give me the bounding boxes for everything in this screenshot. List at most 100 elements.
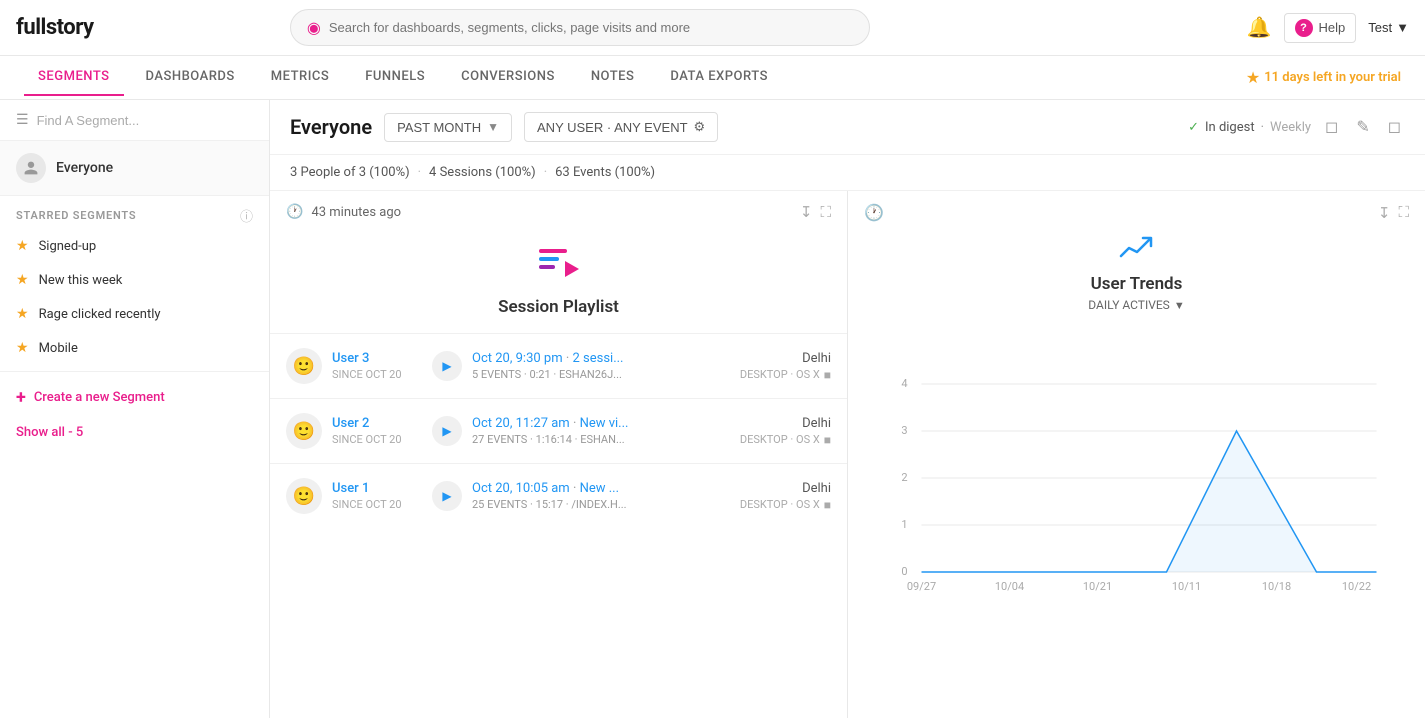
expand-session-button[interactable]: ⛶: [820, 204, 831, 221]
create-segment-label: Create a new Segment: [34, 390, 165, 405]
monitor-icon: ■: [824, 498, 831, 512]
info-icon[interactable]: ⓘ: [240, 206, 253, 225]
session-panel-header: 🕐 43 minutes ago ↧ ⛶: [270, 191, 847, 233]
user-info: User 2 SINCE OCT 20: [332, 416, 422, 446]
sidebar-divider: [0, 371, 269, 372]
starred-header: STARRED SEGMENTS ⓘ: [0, 196, 269, 229]
search-icon: ◉: [307, 18, 321, 37]
everyone-segment-item[interactable]: Everyone: [0, 141, 269, 196]
segment-search-input[interactable]: [37, 113, 253, 128]
clock-icon: 🕐: [286, 204, 303, 220]
show-all-link[interactable]: Show all - 5: [0, 417, 269, 448]
svg-text:3: 3: [901, 424, 907, 437]
session-time[interactable]: Oct 20, 9:30 pm · 2 sessi...: [472, 351, 730, 366]
star-filled-icon: ★: [16, 272, 29, 288]
nav-data-exports[interactable]: DATA EXPORTS: [656, 59, 782, 96]
svg-text:2: 2: [901, 471, 907, 484]
nav-segments[interactable]: SEGMENTS: [24, 59, 124, 96]
sidebar: ☰ Everyone STARRED SEGMENTS ⓘ ★ Signed-u…: [0, 100, 270, 718]
notifications-button[interactable]: 🔔: [1247, 15, 1272, 40]
monitor-icon: ■: [824, 368, 831, 382]
session-time[interactable]: Oct 20, 10:05 am · New ...: [472, 481, 730, 496]
user-menu-chevron: ▼: [1396, 20, 1409, 35]
delete-button[interactable]: ◻: [1384, 113, 1405, 141]
sidebar-item-signed-up[interactable]: ★ Signed-up: [0, 229, 269, 263]
people-stat: 3 People of 3 (100%): [290, 165, 410, 180]
user-name[interactable]: User 1: [332, 481, 422, 496]
play-button[interactable]: ▶: [432, 481, 462, 511]
create-segment-button[interactable]: + Create a new Segment: [0, 378, 269, 417]
user-name[interactable]: User 2: [332, 416, 422, 431]
play-button[interactable]: ▶: [432, 351, 462, 381]
segment-label: Signed-up: [39, 239, 97, 254]
logo: fullstory: [16, 15, 94, 40]
svg-text:09/27: 09/27: [907, 580, 936, 593]
nav-funnels[interactable]: FUNNELS: [351, 59, 439, 96]
date-filter-button[interactable]: PAST MONTH ▼: [384, 113, 512, 142]
download-trend-button[interactable]: ↧: [1378, 204, 1391, 222]
user-name[interactable]: User 3: [332, 351, 422, 366]
user-menu-button[interactable]: Test ▼: [1368, 20, 1409, 35]
events-stat: 63 Events (100%): [555, 165, 655, 180]
nav-notes[interactable]: NOTES: [577, 59, 649, 96]
session-details: Oct 20, 11:27 am · New vi... 27 EVENTS ·…: [472, 416, 730, 446]
trend-subtitle-label: DAILY ACTIVES: [1088, 298, 1170, 312]
starred-title: STARRED SEGMENTS: [16, 209, 136, 222]
trial-star-icon: ★: [1246, 68, 1260, 87]
session-panel-header-right: ↧ ⛶: [800, 203, 831, 221]
edit-button[interactable]: ✎: [1352, 113, 1373, 141]
segment-label: New this week: [39, 273, 123, 288]
nav-conversions[interactable]: CONVERSIONS: [447, 59, 569, 96]
trend-panel-header: 🕐 ↧ ⛶: [848, 191, 1425, 234]
sidebar-item-rage-clicked[interactable]: ★ Rage clicked recently: [0, 297, 269, 331]
table-row: 🙂 User 2 SINCE OCT 20 ▶ Oct 20, 11:27 am…: [270, 398, 847, 463]
help-icon: ?: [1295, 19, 1313, 37]
play-button[interactable]: ▶: [432, 416, 462, 446]
playlist-icon: [535, 241, 583, 289]
digest-period: ·: [1261, 120, 1264, 135]
segment-label: Mobile: [39, 341, 78, 356]
expand-trend-button[interactable]: ⛶: [1398, 204, 1409, 221]
session-time[interactable]: Oct 20, 11:27 am · New vi...: [472, 416, 730, 431]
trend-panel-header-right: ↧ ⛶: [1378, 204, 1409, 222]
sidebar-search-icon: ☰: [16, 112, 29, 128]
session-meta: 25 EVENTS · 15:17 · /INDEX.H...: [472, 498, 730, 511]
sidebar-item-new-this-week[interactable]: ★ New this week: [0, 263, 269, 297]
content-area: Everyone PAST MONTH ▼ ANY USER · ANY EVE…: [270, 100, 1425, 718]
session-location: Delhi DESKTOP · OS X ■: [740, 416, 831, 447]
svg-text:10/22: 10/22: [1342, 580, 1371, 593]
star-filled-icon: ★: [16, 238, 29, 254]
session-location: Delhi DESKTOP · OS X ■: [740, 481, 831, 512]
check-icon: ✓: [1188, 120, 1199, 135]
help-button[interactable]: ? Help: [1284, 13, 1357, 43]
search-input[interactable]: [329, 20, 853, 35]
device-info: DESKTOP · OS X ■: [740, 498, 831, 512]
user-label: Test: [1368, 20, 1392, 35]
main-nav: SEGMENTS DASHBOARDS METRICS FUNNELS CONV…: [0, 56, 1425, 100]
location-name: Delhi: [802, 416, 831, 431]
topbar: fullstory ◉ 🔔 ? Help Test ▼: [0, 0, 1425, 56]
nav-metrics[interactable]: METRICS: [257, 59, 343, 96]
search-bar[interactable]: ◉: [290, 9, 870, 46]
sidebar-search-container[interactable]: ☰: [0, 100, 269, 141]
location-name: Delhi: [802, 481, 831, 496]
svg-text:10/04: 10/04: [995, 580, 1024, 593]
trend-chart: 0 1 2 3 4: [848, 320, 1425, 718]
copy-button[interactable]: ◻: [1321, 113, 1342, 141]
event-filter-button[interactable]: ANY USER · ANY EVENT ⚙: [524, 112, 718, 142]
sidebar-item-mobile[interactable]: ★ Mobile: [0, 331, 269, 365]
nav-dashboards[interactable]: DASHBOARDS: [132, 59, 249, 96]
download-session-button[interactable]: ↧: [800, 203, 813, 221]
device-info: DESKTOP · OS X ■: [740, 433, 831, 447]
trend-chart-icon-wrap: [848, 234, 1425, 262]
device-info: DESKTOP · OS X ■: [740, 368, 831, 382]
page-title: Everyone: [290, 115, 372, 139]
table-row: 🙂 User 3 SINCE OCT 20 ▶ Oct 20, 9:30 pm …: [270, 333, 847, 398]
session-meta: 27 EVENTS · 1:16:14 · ESHAN...: [472, 433, 730, 446]
stats-bar: 3 People of 3 (100%) · 4 Sessions (100%)…: [270, 155, 1425, 191]
everyone-label: Everyone: [56, 160, 113, 176]
avatar: 🙂: [286, 413, 322, 449]
trend-subtitle-button[interactable]: DAILY ACTIVES ▼: [848, 298, 1425, 312]
trend-title-area: User Trends DAILY ACTIVES ▼: [848, 234, 1425, 320]
trend-chart-svg: 0 1 2 3 4: [864, 330, 1409, 610]
